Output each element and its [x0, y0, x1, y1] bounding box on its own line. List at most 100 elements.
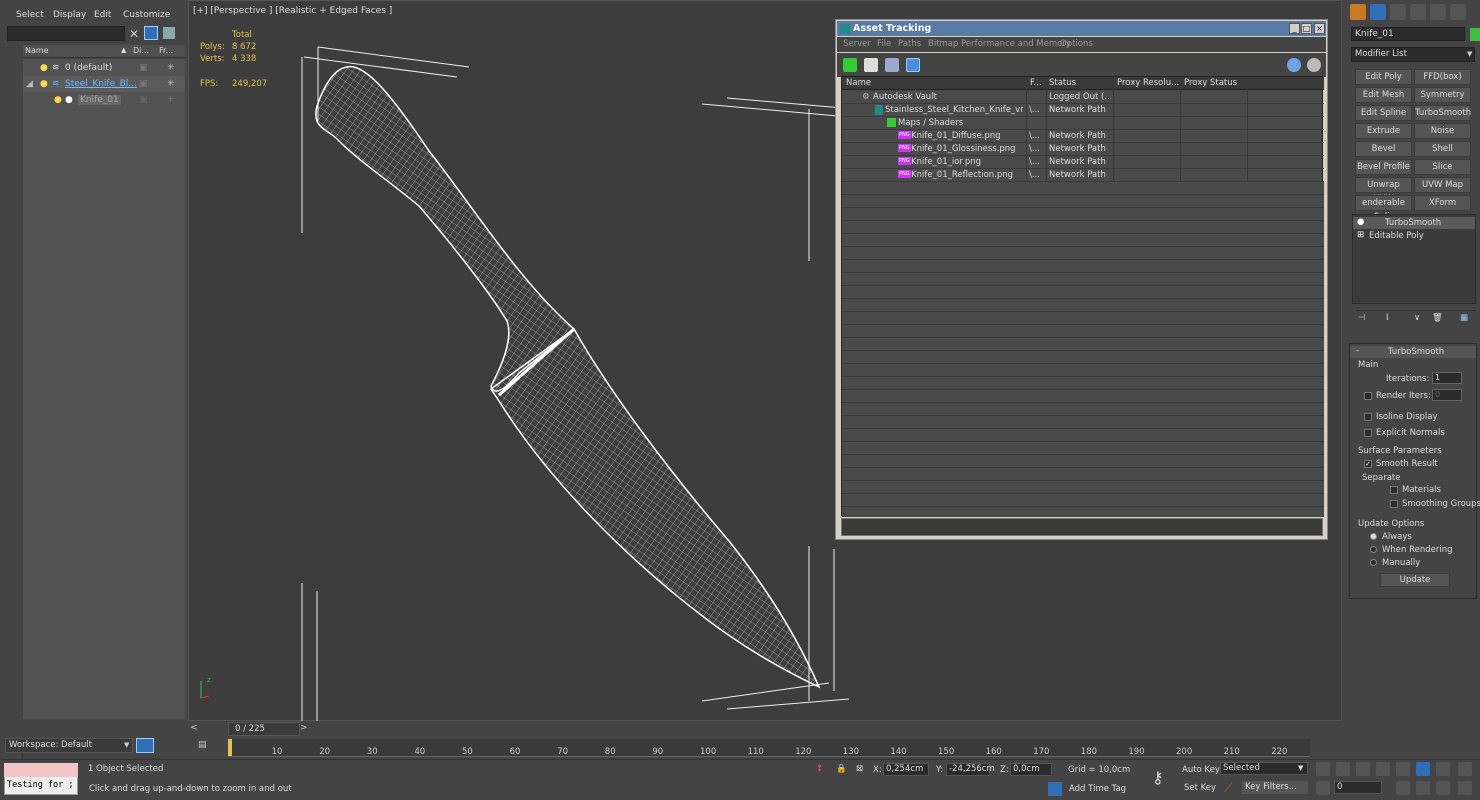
edit-spline-button[interactable]: Edit Spline	[1355, 105, 1412, 121]
stack-item[interactable]: ⊞ Editable Poly	[1353, 230, 1475, 242]
freeze-icon[interactable]: ✳	[167, 63, 175, 73]
menu-select[interactable]: Select	[16, 10, 44, 20]
frame-indicator[interactable]	[228, 739, 232, 756]
pan-icon[interactable]	[1436, 781, 1450, 795]
symmetry-button[interactable]: Symmetry	[1414, 87, 1471, 103]
next-frame-arrow-icon[interactable]: >	[300, 723, 312, 735]
next-frame-icon[interactable]	[1376, 762, 1390, 776]
perspective-viewport[interactable]: [+] [Perspective ] [Realistic + Edged Fa…	[188, 0, 1342, 722]
menu-paths[interactable]: Paths	[898, 39, 921, 49]
col-display[interactable]: Di...	[133, 46, 149, 55]
table-row[interactable]: PNG Knife_01_Glossiness.png \... Network…	[842, 143, 1324, 156]
menu-options[interactable]: Options	[1060, 39, 1093, 49]
render-icon[interactable]: ▣	[139, 79, 148, 89]
collapse-icon[interactable]: -	[1356, 346, 1359, 356]
orbit-icon[interactable]	[1458, 781, 1472, 795]
freeze-icon[interactable]: ✳	[167, 79, 175, 89]
menu-server[interactable]: Server	[843, 39, 871, 49]
chevron-down-icon[interactable]: ▼	[1467, 50, 1472, 58]
maxscript-output[interactable]	[4, 763, 78, 777]
table-row[interactable]: ⚙ Autodesk Vault Logged Out (...	[842, 91, 1324, 104]
minimize-icon[interactable]: _	[1289, 23, 1300, 34]
remove-modifier-icon[interactable]: 🗑	[1432, 313, 1443, 323]
col-name[interactable]: Name	[25, 46, 49, 55]
close-icon[interactable]: ×	[1314, 23, 1325, 34]
smooth-result-checkbox[interactable]: ✓	[1364, 460, 1372, 468]
modify-tab-icon[interactable]	[1370, 4, 1386, 20]
ffd-box-button[interactable]: FFD(box)	[1414, 69, 1471, 85]
time-config-icon[interactable]	[1396, 781, 1410, 795]
add-time-tag[interactable]: Add Time Tag	[1069, 784, 1126, 794]
expand-arrow-icon[interactable]: ◢	[26, 79, 33, 89]
y-coordinate-field[interactable]: -24,256cm	[946, 763, 995, 776]
create-tab-icon[interactable]	[1350, 4, 1366, 20]
render-icon[interactable]: ▣	[139, 63, 148, 73]
turbosmooth-button[interactable]: TurboSmooth	[1414, 105, 1471, 121]
x-coordinate-field[interactable]: 0,254cm	[883, 763, 929, 776]
bevel-profile-button[interactable]: Bevel Profile	[1355, 159, 1412, 175]
filter-toggle-icon[interactable]	[144, 26, 158, 40]
edit-poly-button[interactable]: Edit Poly	[1355, 69, 1412, 85]
shell-button[interactable]: Shell	[1414, 141, 1471, 157]
auto-key-button[interactable]: Auto Key	[1182, 765, 1220, 775]
render-iters-checkbox[interactable]	[1364, 392, 1372, 400]
isolate-icon[interactable]: ❢	[816, 764, 823, 774]
menu-customize[interactable]: Customize	[123, 10, 170, 20]
motion-tab-icon[interactable]	[1410, 4, 1426, 20]
absolute-mode-icon[interactable]: ⊠	[856, 764, 863, 774]
set-key-button[interactable]: Set Key	[1184, 783, 1216, 793]
uvw-map-button[interactable]: UVW Map	[1414, 177, 1471, 193]
lock-icon[interactable]: 🔒	[836, 764, 847, 774]
col-name[interactable]: Name	[846, 78, 871, 88]
layers-icon[interactable]	[163, 27, 175, 39]
hierarchy-tab-icon[interactable]	[1390, 4, 1406, 20]
list-item[interactable]: ● ≋ 0 (default) ▣ ✳	[23, 60, 185, 76]
timeline-ruler[interactable]: 10 20 30 40 50 60 70 80 90 100 110 120 130 140 150 160 1…	[228, 739, 1310, 757]
stack-item[interactable]: ● TurboSmooth	[1353, 217, 1475, 229]
isoline-display-checkbox[interactable]	[1364, 413, 1372, 421]
renderable-spline-button[interactable]: enderable Splir	[1355, 195, 1412, 222]
iterations-spinner[interactable]: 1	[1432, 372, 1462, 384]
dialog-titlebar[interactable]: Asset Tracking _ □ ×	[837, 21, 1326, 36]
pin-stack-icon[interactable]: ⊣	[1358, 313, 1365, 323]
close-icon[interactable]: ✕	[129, 27, 139, 41]
time-slider[interactable]: 0 / 225	[228, 722, 300, 736]
configure-sets-icon[interactable]: ▦	[1460, 313, 1468, 323]
col-f[interactable]: F...	[1030, 78, 1042, 88]
lightbulb-icon[interactable]: ●	[54, 95, 62, 105]
zoom-icon[interactable]	[1416, 762, 1430, 776]
lightbulb-icon[interactable]: ●	[40, 63, 48, 73]
key-selection-dropdown[interactable]: Selected	[1220, 762, 1308, 775]
object-color-swatch[interactable]	[1470, 28, 1480, 41]
show-end-result-icon[interactable]: Ⅰ	[1386, 313, 1389, 323]
z-coordinate-field[interactable]: 0,0cm	[1010, 763, 1052, 776]
slice-button[interactable]: Slice	[1414, 159, 1471, 175]
make-unique-icon[interactable]: ∨	[1414, 313, 1420, 323]
menu-edit[interactable]: Edit	[94, 10, 111, 20]
rollout-header[interactable]: - TurboSmooth	[1350, 346, 1476, 358]
smoothing-groups-checkbox[interactable]	[1390, 500, 1398, 508]
modifier-list-dropdown[interactable]: Modifier List	[1351, 47, 1475, 62]
freeze-icon[interactable]: ✳	[167, 95, 175, 105]
edit-mesh-button[interactable]: Edit Mesh	[1355, 87, 1412, 103]
menu-display[interactable]: Display	[53, 10, 86, 20]
expand-plus-icon[interactable]: ⊞	[1357, 230, 1364, 240]
time-tag-icon[interactable]	[1048, 782, 1062, 796]
workspace-dropdown[interactable]: Workspace: Default	[5, 738, 133, 753]
maximize-icon[interactable]: □	[1301, 23, 1312, 34]
always-radio[interactable]	[1370, 533, 1377, 540]
menu-file[interactable]: File	[877, 39, 891, 49]
key-filters-button[interactable]: Key Filters...	[1242, 781, 1308, 794]
key-mode-icon[interactable]	[1316, 781, 1330, 795]
settings-icon[interactable]	[1307, 58, 1321, 72]
utilities-tab-icon[interactable]	[1450, 4, 1466, 20]
lightbulb-icon[interactable]: ●	[40, 79, 48, 89]
menu-bitmap-performance[interactable]: Bitmap Performance and Memory	[928, 39, 1071, 49]
field-of-view-icon[interactable]	[1416, 781, 1430, 795]
extrude-button[interactable]: Extrude	[1355, 123, 1412, 139]
update-button[interactable]: Update	[1380, 573, 1450, 587]
when-rendering-radio[interactable]	[1370, 546, 1377, 553]
xform-button[interactable]: XForm	[1414, 195, 1471, 211]
unwrap-uvw-button[interactable]: Unwrap UVW	[1355, 177, 1412, 204]
col-status[interactable]: Status	[1049, 78, 1076, 88]
